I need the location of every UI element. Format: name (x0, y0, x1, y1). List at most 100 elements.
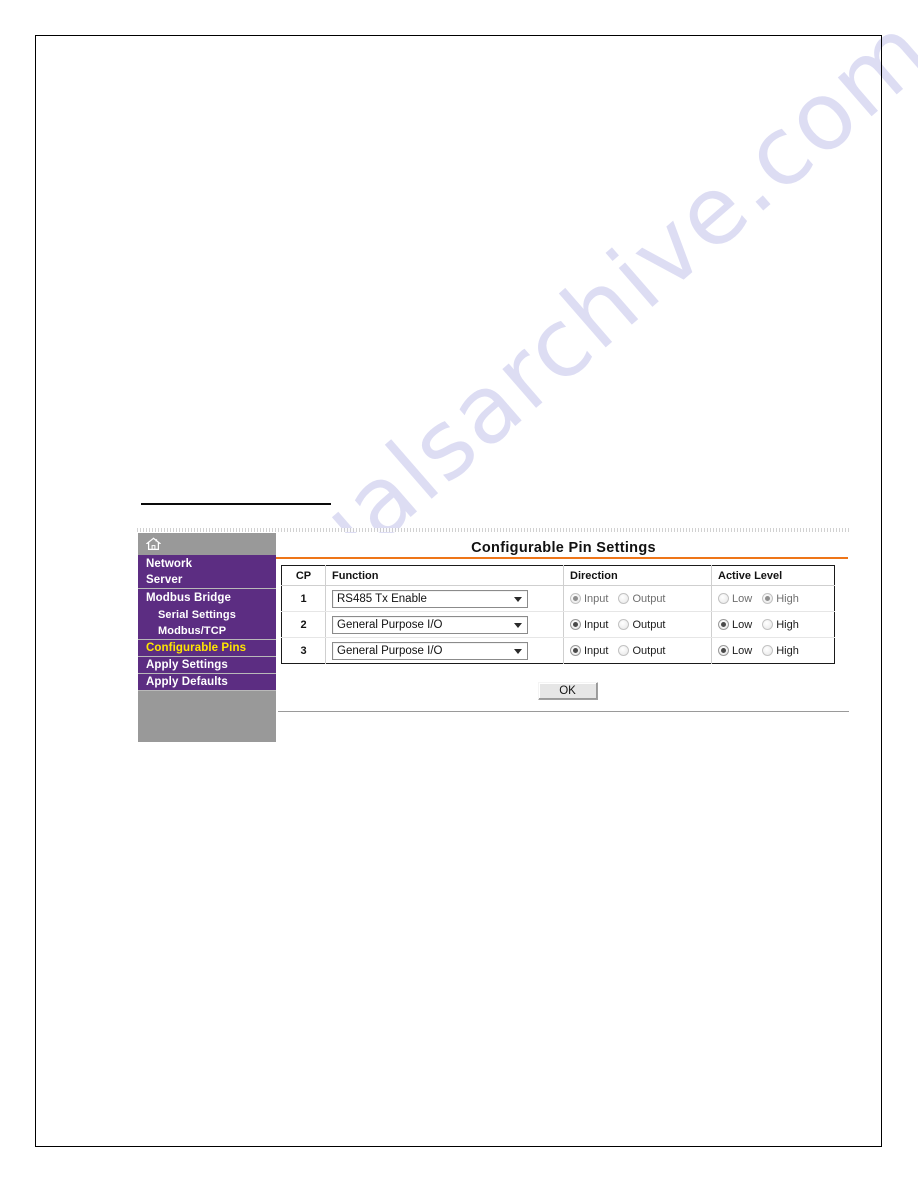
column-header-active-level: Active Level (711, 565, 835, 586)
direction-radio-input[interactable]: Input (570, 645, 608, 657)
radio-label: Input (584, 592, 609, 605)
function-select[interactable]: RS485 Tx Enable (332, 589, 528, 608)
active-level-radio-low[interactable]: Low (718, 619, 752, 631)
table-row: 1 RS485 Tx Enable Input Output Low High (281, 585, 835, 612)
sidebar: Network Server Modbus Bridge Serial Sett… (138, 533, 276, 742)
radio-icon (718, 593, 729, 604)
direction-radio-output[interactable]: Output (618, 618, 666, 631)
radio-icon (618, 645, 630, 656)
footer-rule (278, 711, 849, 712)
radio-label: Low (732, 592, 753, 605)
active-level-radio-high[interactable]: High (762, 619, 799, 631)
sidebar-item-apply-settings[interactable]: Apply Settings (138, 657, 276, 674)
radio-label: Low (732, 644, 753, 657)
radio-label: Output (632, 644, 666, 657)
column-header-direction: Direction (563, 565, 712, 586)
radio-icon (618, 619, 630, 630)
sidebar-item-serial-settings[interactable]: Serial Settings (138, 606, 276, 623)
sidebar-item-modbus-tcp[interactable]: Modbus/TCP (138, 623, 276, 640)
sidebar-item-label: Modbus/TCP (158, 625, 227, 637)
ok-button[interactable]: OK (537, 682, 598, 700)
direction-cell: Input Output (563, 585, 712, 612)
table-header-row: CP Function Direction Active Level (281, 565, 835, 586)
sidebar-item-label: Serial Settings (158, 608, 236, 621)
active-level-radio-high[interactable]: High (762, 645, 799, 657)
sidebar-item-server[interactable]: Server (138, 572, 276, 589)
sidebar-item-label: Configurable Pins (146, 642, 247, 654)
active-level-radio-high[interactable]: High (762, 593, 799, 605)
column-header-function: Function (325, 565, 564, 586)
radio-icon (570, 645, 581, 656)
radio-icon (570, 619, 581, 630)
direction-radio-input[interactable]: Input (570, 619, 608, 631)
sidebar-home-button[interactable] (138, 533, 276, 555)
radio-label: High (776, 618, 799, 631)
sidebar-item-modbus-bridge[interactable]: Modbus Bridge (138, 589, 276, 606)
active-level-cell: Low High (711, 585, 835, 612)
chevron-down-icon (514, 622, 522, 628)
window-top-strip (137, 528, 851, 532)
active-level-cell: Low High (711, 611, 835, 638)
radio-icon (570, 593, 581, 604)
radio-label: Output (632, 592, 666, 605)
sidebar-item-label: Modbus Bridge (146, 591, 231, 604)
sidebar-item-label: Apply Settings (146, 659, 228, 671)
cp-number: 3 (281, 637, 326, 664)
table-row: 3 General Purpose I/O Input Output Low H… (281, 637, 835, 664)
sidebar-item-label: Apply Defaults (146, 676, 228, 688)
radio-label: High (776, 592, 799, 605)
chevron-down-icon (514, 648, 522, 654)
column-header-cp: CP (281, 565, 326, 586)
active-level-radio-low[interactable]: Low (718, 593, 752, 605)
configurable-pins-table-wrapper: CP Function Direction Active Level 1 RS4… (281, 565, 835, 664)
radio-icon (762, 619, 774, 630)
function-cell: General Purpose I/O (325, 637, 564, 664)
direction-radio-group: Input Output (570, 645, 711, 657)
active-level-radio-group: Low High (718, 593, 834, 605)
sidebar-item-label: Server (146, 574, 183, 586)
function-select-value: RS485 Tx Enable (337, 592, 427, 605)
radio-label: Input (584, 618, 609, 631)
function-select-value: General Purpose I/O (337, 618, 443, 631)
radio-label: Low (732, 618, 753, 631)
cp-number: 2 (281, 611, 326, 638)
cp-number: 1 (281, 585, 326, 612)
page-title: Configurable Pin Settings (471, 540, 656, 556)
radio-label: Output (632, 618, 666, 631)
section-divider-rule (141, 503, 331, 505)
direction-radio-group: Input Output (570, 619, 711, 631)
sidebar-item-label: Network (146, 557, 193, 570)
function-select[interactable]: General Purpose I/O (332, 615, 528, 634)
chevron-down-icon (514, 596, 522, 602)
title-accent-rule (276, 557, 848, 559)
device-web-ui-screenshot: Network Server Modbus Bridge Serial Sett… (137, 528, 851, 743)
function-select-value: General Purpose I/O (337, 644, 443, 657)
direction-radio-output[interactable]: Output (618, 592, 666, 605)
direction-cell: Input Output (563, 637, 712, 664)
active-level-radio-low[interactable]: Low (718, 645, 752, 657)
direction-radio-output[interactable]: Output (618, 644, 666, 657)
direction-cell: Input Output (563, 611, 712, 638)
direction-radio-input[interactable]: Input (570, 593, 608, 605)
form-actions: OK (276, 682, 851, 700)
radio-icon (718, 619, 729, 630)
function-select[interactable]: General Purpose I/O (332, 641, 528, 660)
configurable-pins-table: CP Function Direction Active Level 1 RS4… (281, 565, 835, 664)
direction-radio-group: Input Output (570, 593, 711, 605)
radio-icon (762, 593, 774, 604)
active-level-radio-group: Low High (718, 619, 834, 631)
active-level-radio-group: Low High (718, 645, 834, 657)
radio-icon (718, 645, 729, 656)
home-icon (146, 537, 161, 551)
active-level-cell: Low High (711, 637, 835, 664)
sidebar-item-apply-defaults[interactable]: Apply Defaults (138, 674, 276, 691)
sidebar-item-network[interactable]: Network (138, 555, 276, 572)
radio-icon (618, 593, 630, 604)
content-pane: Configurable Pin Settings CP Function Di… (276, 533, 851, 743)
sidebar-item-configurable-pins[interactable]: Configurable Pins (138, 640, 276, 657)
radio-label: Input (584, 644, 609, 657)
radio-label: High (776, 644, 799, 657)
function-cell: RS485 Tx Enable (325, 585, 564, 612)
function-cell: General Purpose I/O (325, 611, 564, 638)
table-row: 2 General Purpose I/O Input Output Low H… (281, 611, 835, 638)
